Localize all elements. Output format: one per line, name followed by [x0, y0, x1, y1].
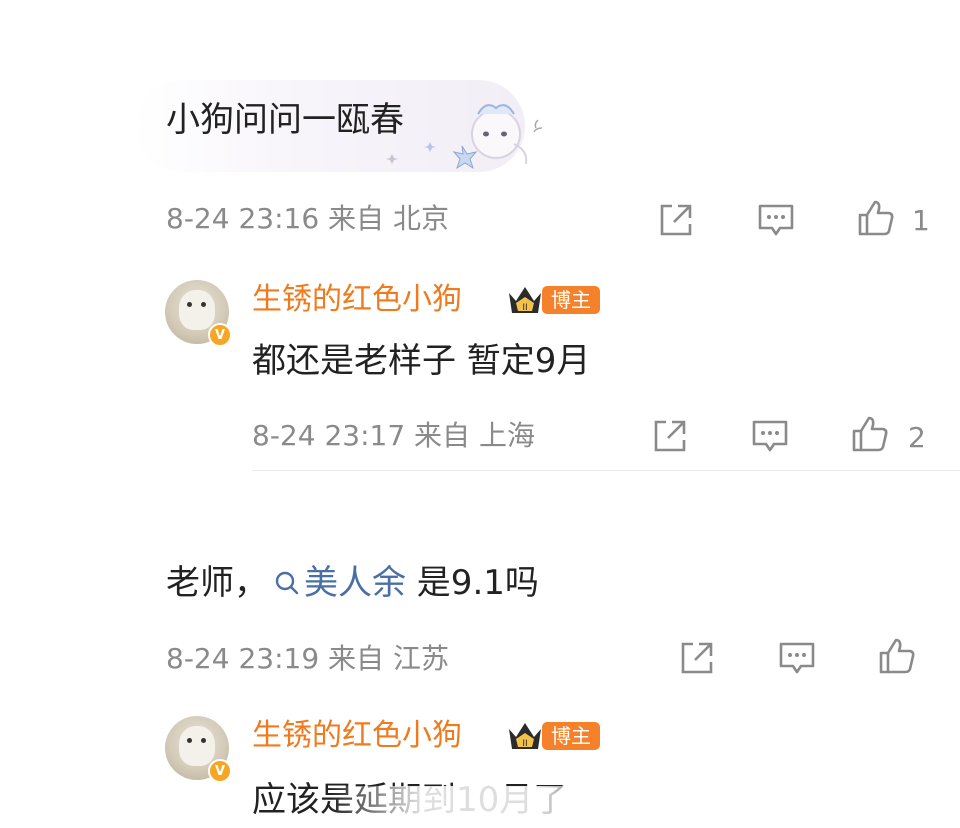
svg-text:II: II	[522, 303, 527, 313]
comment-text-prefix: 老师，	[166, 563, 268, 603]
search-icon	[275, 571, 299, 595]
comment-text: 老师， 美人余 是9.1吗	[166, 566, 539, 600]
comment-meta: 8-24 23:19 来自 江苏	[166, 642, 449, 675]
avatar[interactable]: V	[165, 716, 232, 783]
comment-text-suffix: 是9.1吗	[406, 563, 539, 603]
comment-icon[interactable]	[750, 416, 790, 456]
reply-meta: 8-24 23:17 来自 上海	[252, 419, 535, 452]
topic-label: 美人余	[304, 563, 406, 603]
comment-icon[interactable]	[756, 200, 796, 240]
author-badge: II 博主	[506, 283, 600, 317]
like-count: 1	[912, 204, 930, 237]
comment-text: 小狗问问一瓯春	[166, 100, 404, 140]
thumbs-up-icon[interactable]	[850, 414, 890, 454]
topic-link[interactable]: 美人余	[268, 563, 406, 603]
comment-icon[interactable]	[777, 638, 817, 678]
reply-username[interactable]: 生锈的红色小狗	[252, 721, 462, 751]
crown-icon: II	[509, 287, 541, 313]
verified-icon: V	[208, 759, 232, 783]
reply-text: 都还是老样子 暂定9月	[252, 341, 591, 381]
share-icon[interactable]	[650, 416, 690, 456]
author-badge: II 博主	[506, 719, 600, 753]
thumbs-up-icon[interactable]	[856, 198, 896, 238]
crown-icon: II	[509, 723, 541, 749]
avatar[interactable]: V	[165, 280, 232, 347]
watermark-overlay	[330, 786, 630, 828]
reply-username[interactable]: 生锈的红色小狗	[252, 285, 462, 315]
badge-label: 博主	[542, 286, 600, 314]
divider	[252, 470, 960, 471]
verified-icon: V	[208, 323, 232, 347]
comment-meta: 8-24 23:16 来自 北京	[166, 202, 449, 235]
share-icon[interactable]	[677, 638, 717, 678]
like-count: 2	[908, 421, 926, 454]
badge-label: 博主	[542, 722, 600, 750]
svg-text:II: II	[522, 739, 527, 749]
share-icon[interactable]	[656, 200, 696, 240]
thumbs-up-icon[interactable]	[877, 636, 917, 676]
